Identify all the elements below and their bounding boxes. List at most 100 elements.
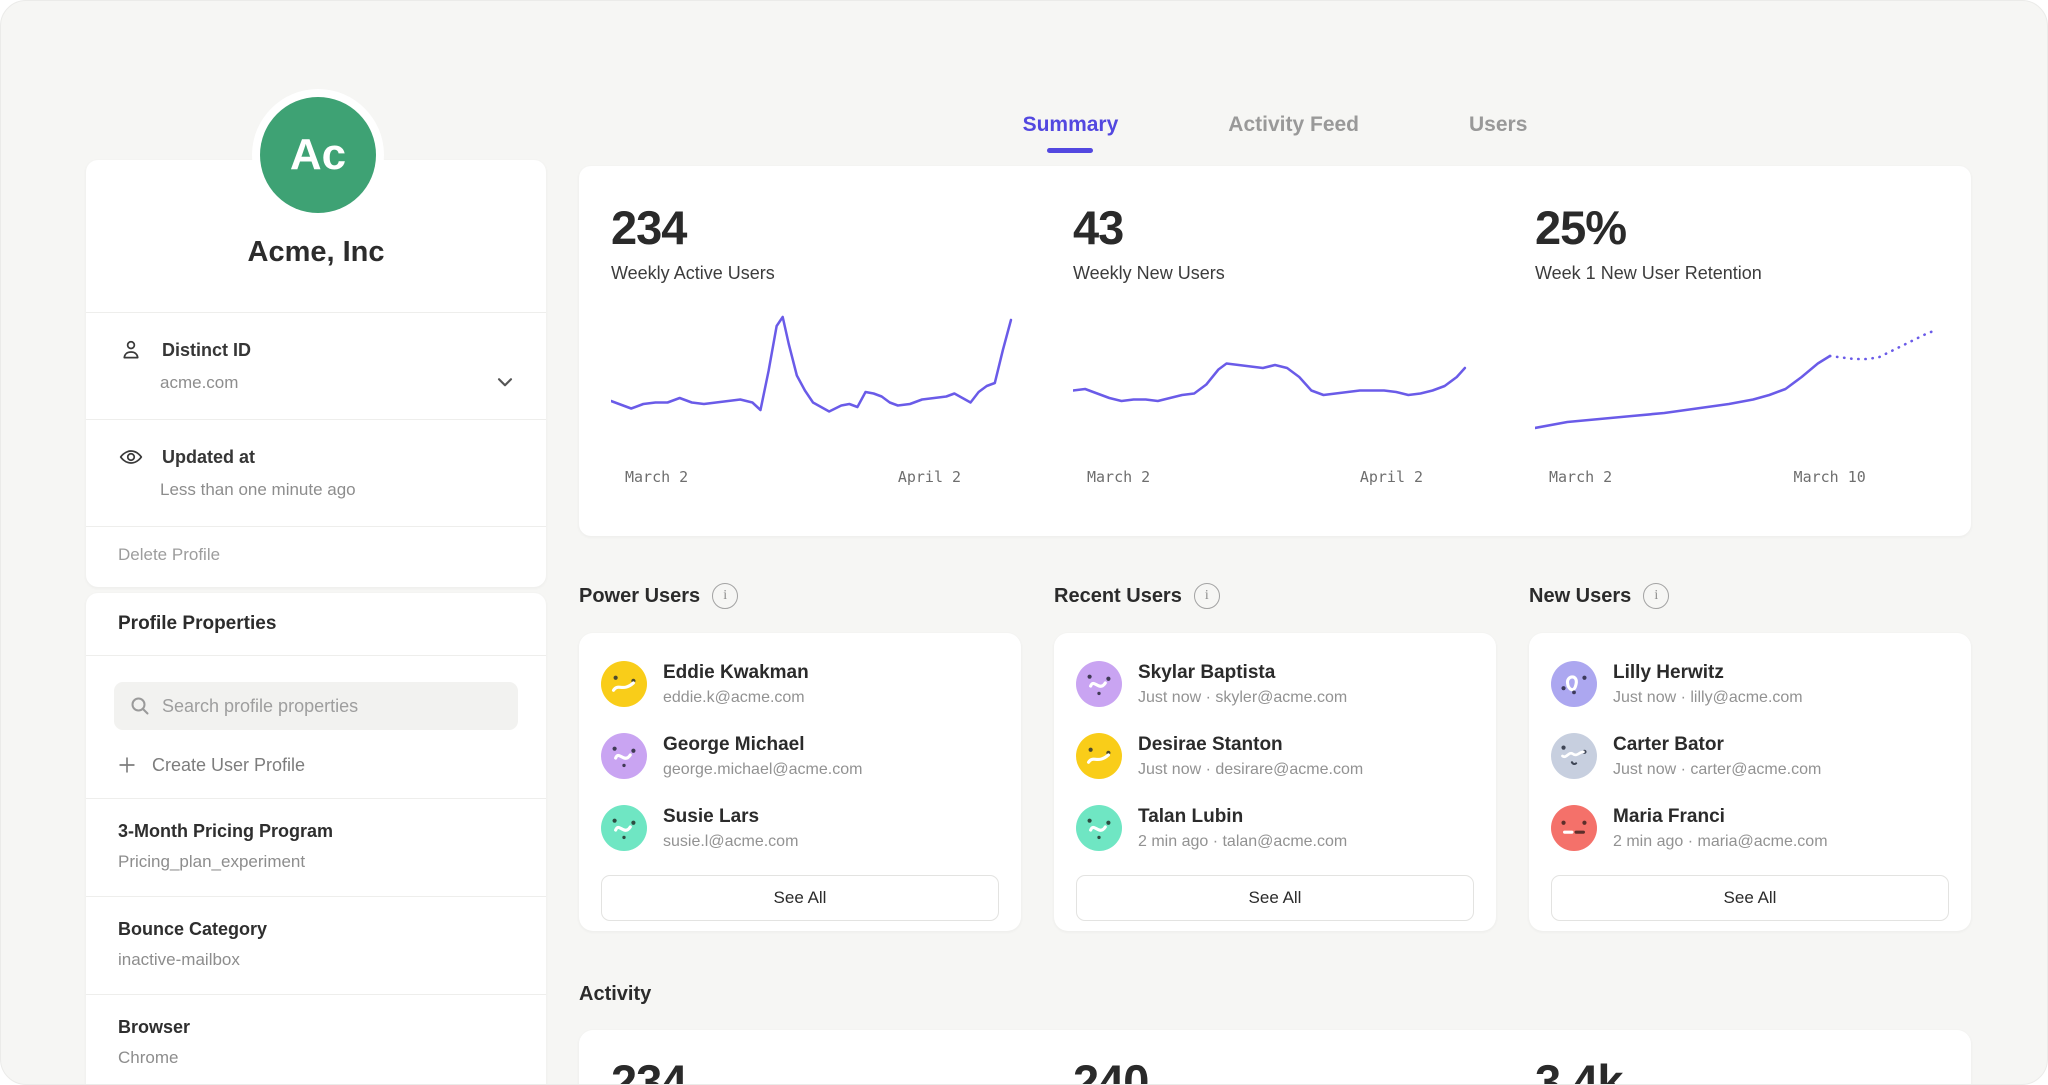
x-axis-tick: April 2 bbox=[1360, 468, 1423, 486]
avatar bbox=[1551, 661, 1597, 707]
info-icon[interactable]: i bbox=[1643, 583, 1669, 609]
distinct-id-value: acme.com bbox=[160, 373, 514, 393]
avatar bbox=[601, 661, 647, 707]
face-icon bbox=[1076, 661, 1122, 707]
property-value: inactive-mailbox bbox=[118, 950, 514, 970]
stat-value: 234 bbox=[611, 200, 1015, 255]
face-icon bbox=[1076, 733, 1122, 779]
summary-card: 234 Weekly Active Users March 2 April 2 … bbox=[579, 166, 1971, 536]
section-recent-users: Recent Users i Skylar Baptista Just now … bbox=[1054, 579, 1496, 931]
tab-bar: Summary Activity Feed Users bbox=[579, 113, 1971, 153]
updated-at-row: Updated at Less than one minute ago bbox=[86, 420, 546, 527]
user-list-item[interactable]: Skylar Baptista Just now · skyler@acme.c… bbox=[1076, 661, 1474, 707]
tab-users[interactable]: Users bbox=[1469, 113, 1527, 153]
power-users-card: Eddie Kwakman eddie.k@acme.com George Mi… bbox=[579, 633, 1021, 931]
property-row[interactable]: Browser Chrome bbox=[86, 994, 546, 1085]
org-avatar: Ac bbox=[252, 89, 384, 221]
create-user-profile-button[interactable]: Create User Profile bbox=[116, 754, 518, 776]
property-value: Chrome bbox=[118, 1048, 514, 1068]
search-input[interactable] bbox=[160, 695, 504, 718]
sparkline-weekly-new-users bbox=[1073, 308, 1477, 458]
user-name: Talan Lubin bbox=[1138, 806, 1347, 828]
stat-value: 43 bbox=[1073, 200, 1477, 255]
org-avatar-initials: Ac bbox=[260, 97, 376, 213]
new-users-card: Lilly Herwitz Just now · lilly@acme.com … bbox=[1529, 633, 1971, 931]
section-title: Recent Users bbox=[1054, 585, 1182, 608]
user-name: Desirae Stanton bbox=[1138, 734, 1363, 756]
activity-stat: 240 bbox=[1073, 1054, 1477, 1085]
avatar bbox=[1551, 805, 1597, 851]
distinct-id-row[interactable]: Distinct ID acme.com bbox=[86, 313, 546, 420]
avatar bbox=[601, 733, 647, 779]
profile-properties-card: Profile Properties Create User Profile 3… bbox=[86, 593, 546, 1085]
x-axis: March 2 March 10 bbox=[1535, 468, 1939, 490]
user-name: Eddie Kwakman bbox=[663, 662, 809, 684]
face-icon bbox=[601, 733, 647, 779]
user-list-item[interactable]: George Michael george.michael@acme.com bbox=[601, 733, 999, 779]
profile-card: Acme, Inc Distinct ID acme.com Updated a… bbox=[86, 160, 546, 587]
user-subtext: george.michael@acme.com bbox=[663, 761, 862, 779]
user-list-item[interactable]: Carter Bator Just now · carter@acme.com bbox=[1551, 733, 1949, 779]
see-all-button[interactable]: See All bbox=[1076, 875, 1474, 921]
avatar bbox=[601, 805, 647, 851]
x-axis-tick: March 2 bbox=[625, 468, 688, 486]
activity-stat: 234 bbox=[611, 1054, 1015, 1085]
section-title: Power Users bbox=[579, 585, 700, 608]
chevron-down-icon[interactable] bbox=[492, 369, 518, 395]
face-icon bbox=[601, 661, 647, 707]
activity-stat: 3.4k bbox=[1535, 1054, 1939, 1085]
sparkline-week1-retention bbox=[1535, 308, 1939, 458]
stat-label: Week 1 New User Retention bbox=[1535, 263, 1939, 284]
updated-at-label: Updated at bbox=[162, 447, 255, 468]
stat-label: Weekly New Users bbox=[1073, 263, 1477, 284]
user-list-item[interactable]: Lilly Herwitz Just now · lilly@acme.com bbox=[1551, 661, 1949, 707]
user-list-item[interactable]: Maria Franci 2 min ago · maria@acme.com bbox=[1551, 805, 1949, 851]
tab-summary[interactable]: Summary bbox=[1023, 113, 1119, 153]
face-icon bbox=[1551, 733, 1597, 779]
updated-at-value: Less than one minute ago bbox=[160, 480, 514, 500]
activity-title: Activity bbox=[579, 983, 651, 1006]
user-subtext: Just now · carter@acme.com bbox=[1613, 761, 1821, 779]
info-icon[interactable]: i bbox=[1194, 583, 1220, 609]
user-name: Maria Franci bbox=[1613, 806, 1828, 828]
user-subtext: Just now · lilly@acme.com bbox=[1613, 689, 1803, 707]
user-subtext: 2 min ago · maria@acme.com bbox=[1613, 833, 1828, 851]
property-row[interactable]: 3-Month Pricing Program Pricing_plan_exp… bbox=[86, 798, 546, 896]
org-name: Acme, Inc bbox=[86, 236, 546, 269]
user-name: Skylar Baptista bbox=[1138, 662, 1347, 684]
user-subtext: eddie.k@acme.com bbox=[663, 689, 809, 707]
delete-profile-button[interactable]: Delete Profile bbox=[86, 527, 546, 587]
property-row[interactable]: Bounce Category inactive-mailbox bbox=[86, 896, 546, 994]
info-icon[interactable]: i bbox=[712, 583, 738, 609]
x-axis-tick: March 2 bbox=[1087, 468, 1150, 486]
user-name: Lilly Herwitz bbox=[1613, 662, 1803, 684]
stat-label: Weekly Active Users bbox=[611, 263, 1015, 284]
user-list-item[interactable]: Talan Lubin 2 min ago · talan@acme.com bbox=[1076, 805, 1474, 851]
plus-icon bbox=[116, 754, 138, 776]
avatar bbox=[1076, 661, 1122, 707]
tab-activity-feed[interactable]: Activity Feed bbox=[1228, 113, 1359, 153]
user-list-item[interactable]: Desirae Stanton Just now · desirare@acme… bbox=[1076, 733, 1474, 779]
see-all-button[interactable]: See All bbox=[601, 875, 999, 921]
user-name: George Michael bbox=[663, 734, 862, 756]
x-axis-tick: March 2 bbox=[1549, 468, 1612, 486]
avatar bbox=[1076, 805, 1122, 851]
property-name: Bounce Category bbox=[118, 919, 514, 940]
user-list-item[interactable]: Susie Lars susie.l@acme.com bbox=[601, 805, 999, 851]
stat-weekly-active-users: 234 Weekly Active Users March 2 April 2 bbox=[611, 200, 1015, 536]
profile-dashboard: Ac Acme, Inc Distinct ID acme.com Up bbox=[0, 0, 2048, 1085]
profile-properties-title: Profile Properties bbox=[86, 593, 546, 656]
section-title: New Users bbox=[1529, 585, 1631, 608]
user-sections: Power Users i Eddie Kwakman eddie.k@acme… bbox=[579, 579, 1971, 931]
stat-value: 25% bbox=[1535, 200, 1939, 255]
active-tab-underline bbox=[1047, 148, 1093, 153]
user-list-item[interactable]: Eddie Kwakman eddie.k@acme.com bbox=[601, 661, 999, 707]
profile-properties-search[interactable] bbox=[114, 682, 518, 730]
stat-weekly-new-users: 43 Weekly New Users March 2 April 2 bbox=[1073, 200, 1477, 536]
face-icon bbox=[1551, 805, 1597, 851]
user-subtext: Just now · desirare@acme.com bbox=[1138, 761, 1363, 779]
see-all-button[interactable]: See All bbox=[1551, 875, 1949, 921]
search-icon bbox=[128, 694, 152, 718]
avatar bbox=[1551, 733, 1597, 779]
property-name: 3-Month Pricing Program bbox=[118, 821, 514, 842]
